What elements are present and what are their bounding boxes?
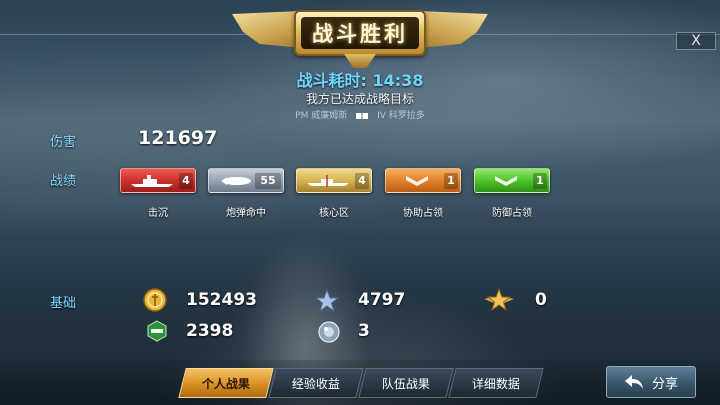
duration-value: 14:38 (372, 71, 424, 90)
medal-capture-assist[interactable]: 1 (385, 168, 461, 193)
share-button[interactable]: 分享 (606, 366, 696, 398)
damage-label: 伤害 (50, 135, 77, 150)
ship-xp-value: 2398 (186, 321, 234, 341)
tab-label: 经验收益 (291, 376, 340, 391)
share-label: 分享 (651, 376, 678, 392)
tab-label: 队伍战果 (381, 376, 430, 391)
tab-personal-results[interactable]: 个人战果 (178, 368, 274, 398)
tab-label: 个人战果 (201, 376, 250, 391)
damage-value: 121697 (138, 127, 218, 149)
anchor-icon (344, 54, 376, 68)
medal-label: 炮弹命中 (226, 208, 266, 219)
base-label: 基础 (50, 296, 77, 311)
chevron-rank-icon (495, 176, 517, 186)
medal-count: 1 (533, 173, 547, 189)
tab-detailed-data[interactable]: 详细数据 (448, 368, 544, 398)
close-button[interactable]: X (676, 32, 716, 50)
battle-duration: 战斗耗时: 14:38 (0, 67, 720, 91)
medal-count: 4 (179, 173, 193, 189)
winged-star-icon (484, 287, 514, 312)
medal-count: 1 (444, 173, 458, 189)
victory-emblem: 战斗胜利 (232, 4, 488, 68)
achievements-label: 战绩 (50, 174, 77, 189)
medal-defend-capture[interactable]: 1 (474, 168, 550, 193)
exp-icon (147, 320, 167, 342)
globe-icon (318, 321, 340, 343)
citadel-icon (307, 175, 349, 187)
enemy-ship-name: IV 科罗拉多 (377, 111, 425, 121)
warship-icon (131, 175, 173, 187)
star-icon (314, 288, 340, 313)
extra-value: 3 (358, 321, 370, 341)
versus-icon (356, 112, 369, 119)
ship-matchup: PM 威廉姆斯 IV 科罗拉多 (0, 108, 720, 121)
tab-exp-earnings[interactable]: 经验收益 (268, 368, 364, 398)
commander-xp-value: 0 (535, 290, 547, 310)
duration-label: 战斗耗时: (296, 71, 367, 90)
silver-value: 152493 (186, 290, 257, 310)
silver-coin-icon (143, 288, 167, 312)
medal-label: 核心区 (319, 208, 349, 219)
share-arrow-icon (624, 375, 643, 389)
chevron-rank-icon (406, 176, 428, 186)
medal-label: 协助占领 (403, 208, 443, 219)
free-xp-value: 4797 (358, 290, 406, 310)
page-title: 战斗胜利 (312, 22, 408, 46)
tab-team-results[interactable]: 队伍战果 (358, 368, 454, 398)
tab-label: 详细数据 (471, 376, 520, 391)
objective-text: 我方已达成战略目标 (305, 92, 414, 106)
close-icon: X (691, 33, 701, 49)
medal-citadel[interactable]: 4 (296, 168, 372, 193)
medal-kills[interactable]: 4 (120, 168, 196, 193)
own-ship-name: PM 威廉姆斯 (295, 111, 348, 121)
medal-count: 4 (355, 173, 369, 189)
medal-shell-hits[interactable]: 55 (208, 168, 284, 193)
medal-label: 防御占领 (492, 208, 532, 219)
medal-count: 55 (255, 173, 281, 189)
title-plate: 战斗胜利 (294, 10, 426, 56)
medal-label: 击沉 (148, 208, 168, 219)
